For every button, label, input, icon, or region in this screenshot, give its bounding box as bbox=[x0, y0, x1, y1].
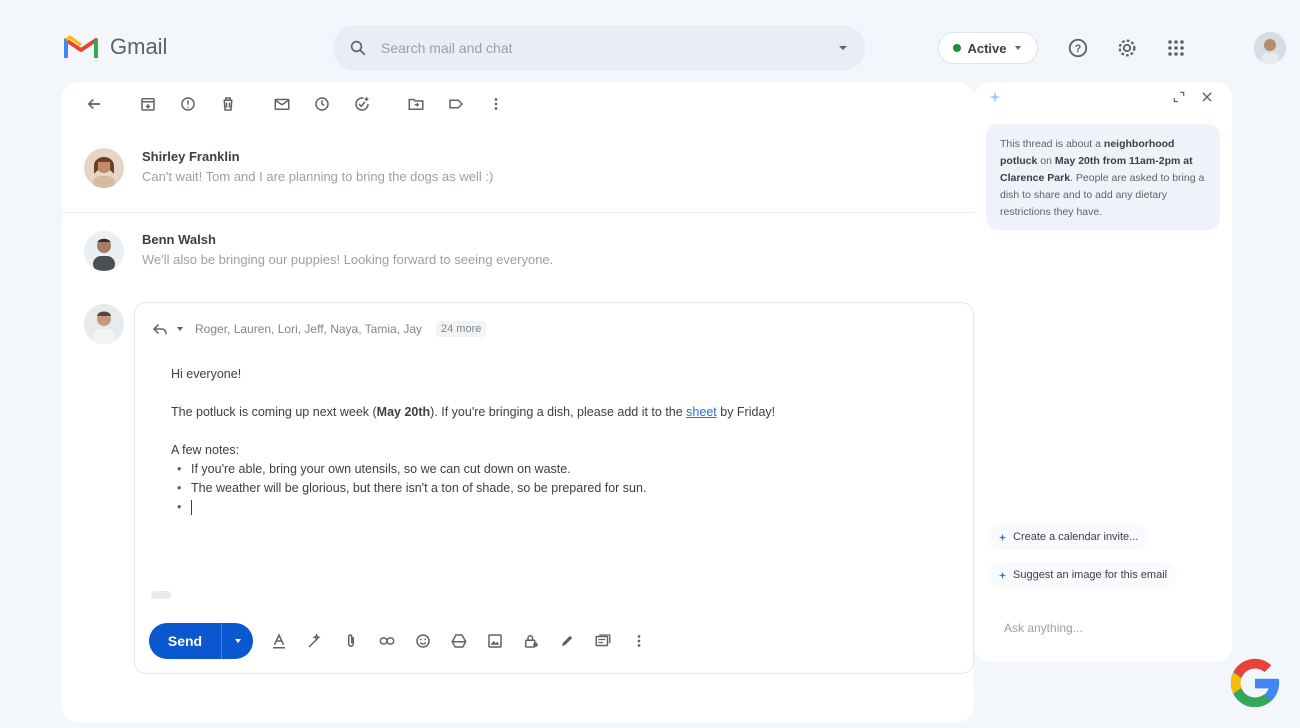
search-icon[interactable] bbox=[349, 39, 367, 57]
insert-photo-icon[interactable] bbox=[485, 631, 505, 651]
close-icon[interactable] bbox=[1200, 90, 1214, 109]
drive-icon[interactable] bbox=[449, 631, 469, 651]
account-avatar[interactable] bbox=[1254, 32, 1286, 64]
reply-compose[interactable]: Roger, Lauren, Lori, Jeff, Naya, Tamia, … bbox=[134, 302, 974, 674]
status-dropdown[interactable]: Active bbox=[938, 32, 1038, 64]
sparkle-icon bbox=[998, 533, 1007, 541]
apps-grid-icon[interactable] bbox=[1164, 36, 1188, 60]
search-bar[interactable]: Search mail and chat bbox=[333, 25, 865, 71]
chevron-down-icon bbox=[1014, 46, 1021, 50]
my-avatar bbox=[84, 304, 124, 344]
compose-toolbar: Send bbox=[149, 623, 649, 659]
chip-label: Suggest an image for this email bbox=[1013, 569, 1168, 581]
sender-name: Benn Walsh bbox=[142, 232, 216, 247]
expand-icon[interactable] bbox=[1172, 90, 1186, 109]
sender-avatar bbox=[84, 231, 124, 271]
sheet-link[interactable]: sheet bbox=[686, 405, 717, 419]
more-recipients-badge[interactable]: 24 more bbox=[436, 321, 487, 337]
suggest-image-chip[interactable]: Suggest an image for this email bbox=[988, 562, 1178, 588]
attach-icon[interactable] bbox=[341, 631, 361, 651]
help-me-write-icon[interactable] bbox=[305, 631, 325, 651]
summary-text: This thread is about a bbox=[1000, 138, 1104, 150]
emoji-icon[interactable] bbox=[413, 631, 433, 651]
report-spam-icon[interactable] bbox=[176, 92, 200, 116]
gmail-logo[interactable]: Gmail bbox=[64, 34, 167, 60]
layouts-icon[interactable] bbox=[593, 631, 613, 651]
chip-label: Create a calendar invite... bbox=[1013, 531, 1139, 543]
gmail-m-icon bbox=[64, 35, 98, 58]
app-name: Gmail bbox=[110, 34, 168, 59]
summary-text: on bbox=[1037, 155, 1055, 167]
more-options-icon[interactable] bbox=[629, 631, 649, 651]
compose-body[interactable]: Hi everyone! The potluck is coming up ne… bbox=[171, 365, 951, 517]
sparkle-icon bbox=[998, 571, 1007, 579]
label-icon[interactable] bbox=[444, 92, 468, 116]
body-bold-date: May 20th bbox=[376, 405, 431, 419]
list-item: The weather will be glorious, but there … bbox=[171, 479, 951, 498]
send-button-group[interactable]: Send bbox=[149, 623, 253, 659]
sparkle-icon bbox=[988, 90, 1002, 109]
body-text: The potluck is coming up next week ( bbox=[171, 405, 377, 419]
delete-icon[interactable] bbox=[216, 92, 240, 116]
thread-toolbar bbox=[82, 92, 524, 116]
thread-summary: This thread is about a neighborhood potl… bbox=[986, 124, 1220, 230]
help-icon[interactable]: ? bbox=[1066, 36, 1090, 60]
send-options-button[interactable] bbox=[221, 623, 253, 659]
recipients-row[interactable]: Roger, Lauren, Lori, Jeff, Naya, Tamia, … bbox=[151, 321, 487, 337]
sender-name: Shirley Franklin bbox=[142, 149, 240, 164]
more-vert-icon[interactable] bbox=[484, 92, 508, 116]
status-dot bbox=[953, 44, 962, 52]
chevron-down-icon[interactable] bbox=[175, 324, 185, 334]
mail-thread-card: Shirley Franklin Can't wait! Tom and I a… bbox=[62, 82, 974, 722]
list-item: If you're able, bring your own utensils,… bbox=[171, 460, 951, 479]
message-snippet: We'll also be bringing our puppies! Look… bbox=[142, 252, 554, 267]
status-label: Active bbox=[967, 40, 1007, 56]
confidential-lock-icon[interactable] bbox=[521, 631, 541, 651]
divider bbox=[62, 212, 974, 213]
text-cursor bbox=[191, 500, 192, 516]
list-item-empty[interactable] bbox=[171, 498, 951, 517]
move-to-icon[interactable] bbox=[404, 92, 428, 116]
search-input[interactable]: Search mail and chat bbox=[381, 40, 837, 56]
formatting-icon[interactable] bbox=[269, 631, 289, 651]
body-text: ). If you're bringing a dish, please add… bbox=[430, 405, 687, 419]
signature-pen-icon[interactable] bbox=[557, 631, 577, 651]
body-text: by Friday! bbox=[716, 405, 776, 419]
google-g-logo bbox=[1226, 654, 1284, 712]
settings-gear-icon[interactable] bbox=[1115, 36, 1139, 60]
notes-header: A few notes: bbox=[171, 443, 240, 457]
reply-icon[interactable] bbox=[151, 321, 169, 337]
mark-unread-icon[interactable] bbox=[270, 92, 294, 116]
ask-anything-input[interactable]: Ask anything... bbox=[988, 614, 1218, 642]
body-paragraph: The potluck is coming up next week (May … bbox=[171, 403, 951, 422]
app-header: Gmail Search mail and chat Active ? bbox=[0, 0, 1300, 92]
gemini-side-panel: This thread is about a neighborhood potl… bbox=[974, 82, 1232, 662]
sender-avatar bbox=[84, 148, 124, 188]
create-calendar-invite-chip[interactable]: Create a calendar invite... bbox=[988, 524, 1149, 550]
insert-link-icon[interactable] bbox=[377, 631, 397, 651]
search-options-icon[interactable] bbox=[837, 42, 849, 54]
message-snippet: Can't wait! Tom and I are planning to br… bbox=[142, 169, 494, 184]
show-trimmed-content-button[interactable] bbox=[151, 591, 171, 599]
svg-text:?: ? bbox=[1075, 43, 1082, 55]
recipients-list[interactable]: Roger, Lauren, Lori, Jeff, Naya, Tamia, … bbox=[195, 322, 422, 336]
greeting-text: Hi everyone! bbox=[171, 367, 242, 381]
archive-icon[interactable] bbox=[136, 92, 160, 116]
send-button[interactable]: Send bbox=[149, 623, 221, 659]
notes-list: If you're able, bring your own utensils,… bbox=[171, 460, 951, 517]
back-arrow-icon[interactable] bbox=[82, 92, 106, 116]
add-task-icon[interactable] bbox=[350, 92, 374, 116]
snooze-icon[interactable] bbox=[310, 92, 334, 116]
